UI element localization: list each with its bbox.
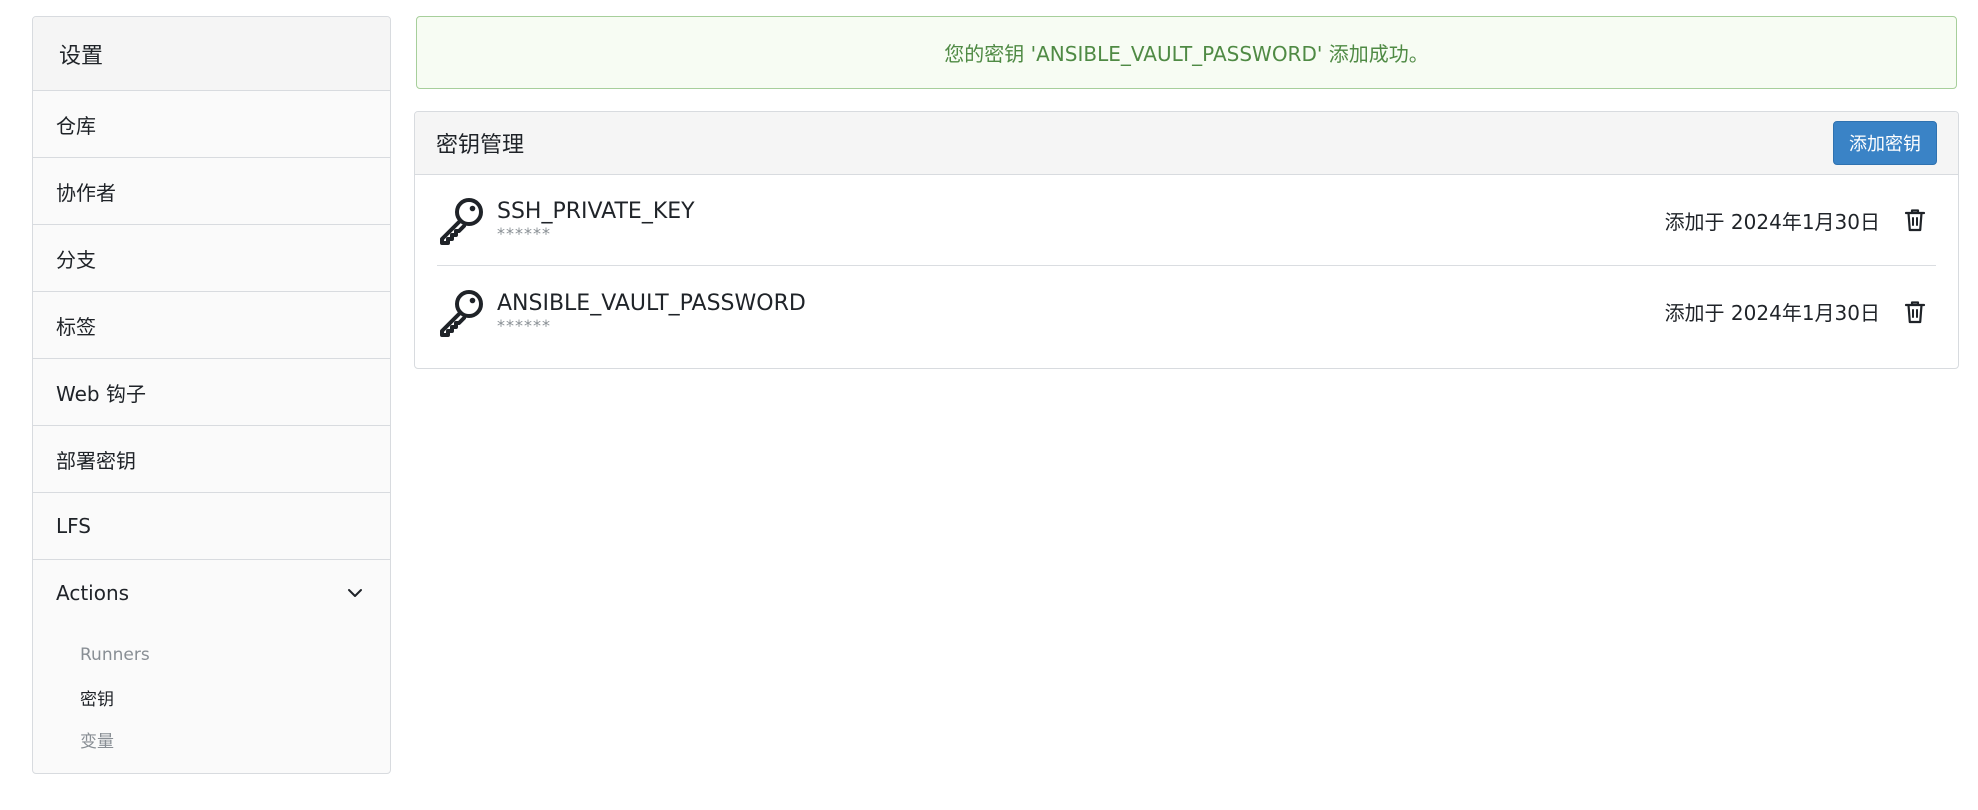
- sidebar-title: 设置: [33, 17, 390, 91]
- sidebar-item-branches[interactable]: 分支: [33, 225, 390, 292]
- secret-row: SSH_PRIVATE_KEY ****** 添加于 2024年1月30日: [437, 175, 1936, 266]
- sidebar-item-webhooks[interactable]: Web 钩子: [33, 359, 390, 426]
- secret-masked-value: ******: [497, 315, 551, 335]
- trash-icon[interactable]: [1904, 208, 1926, 232]
- sidebar-group-actions: Actions Runners 密钥 变量: [33, 560, 390, 760]
- sidebar-actions-submenu: Runners 密钥 变量: [33, 626, 390, 760]
- success-flash-message: 您的密钥 'ANSIBLE_VAULT_PASSWORD' 添加成功。: [416, 16, 1957, 89]
- sidebar-subitem-secrets[interactable]: 密钥: [33, 676, 390, 718]
- secret-name: SSH_PRIVATE_KEY: [497, 199, 695, 224]
- sidebar-subitem-variables[interactable]: 变量: [33, 718, 390, 760]
- secret-row: ANSIBLE_VAULT_PASSWORD ****** 添加于 2024年1…: [437, 266, 1936, 357]
- secrets-panel-header: 密钥管理 添加密钥: [415, 112, 1958, 175]
- secret-name: ANSIBLE_VAULT_PASSWORD: [497, 290, 806, 316]
- page-title: 密钥管理: [436, 133, 525, 158]
- secret-masked-value: ******: [497, 224, 551, 243]
- sidebar-item-repository[interactable]: 仓库: [33, 91, 390, 158]
- key-icon: [440, 289, 483, 337]
- secret-added-date: 添加于 2024年1月30日: [1664, 209, 1880, 234]
- sidebar-subitem-runners[interactable]: Runners: [33, 634, 390, 676]
- secret-list: SSH_PRIVATE_KEY ****** 添加于 2024年1月30日 AN…: [415, 175, 1958, 357]
- sidebar-group-actions-label: Actions: [56, 581, 130, 605]
- sidebar-item-deploy-keys[interactable]: 部署密钥: [33, 426, 390, 493]
- sidebar-item-lfs[interactable]: LFS: [33, 493, 390, 560]
- trash-icon[interactable]: [1904, 300, 1926, 324]
- secret-info: ANSIBLE_VAULT_PASSWORD ******: [497, 290, 1665, 334]
- sidebar-item-collaborators[interactable]: 协作者: [33, 158, 390, 225]
- chevron-down-icon: [348, 589, 362, 597]
- secret-added-date: 添加于 2024年1月30日: [1664, 301, 1880, 325]
- secrets-panel: 密钥管理 添加密钥 SSH_PRIVATE_KEY ****** 添加于 202…: [414, 111, 1959, 369]
- sidebar-item-tags[interactable]: 标签: [33, 292, 390, 359]
- key-icon: [440, 198, 483, 245]
- add-secret-button[interactable]: 添加密钥: [1833, 121, 1937, 165]
- sidebar-group-actions-toggle[interactable]: Actions: [33, 560, 390, 626]
- settings-sidebar: 设置 仓库 协作者 分支 标签 Web 钩子 部署密钥 LFS Actions …: [32, 16, 391, 774]
- secret-info: SSH_PRIVATE_KEY ******: [497, 198, 1665, 242]
